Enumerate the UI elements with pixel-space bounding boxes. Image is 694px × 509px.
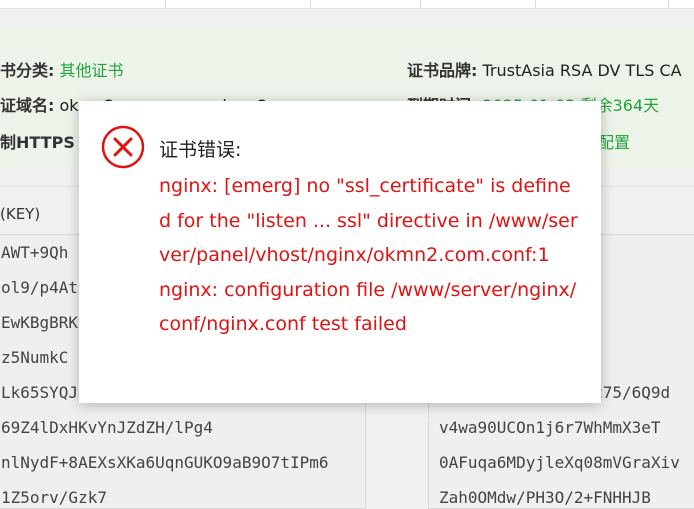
cert-domain-label: 认证域名: xyxy=(0,96,55,115)
cert-brand-label: 证书品牌: xyxy=(407,61,478,80)
tab-divider xyxy=(165,0,166,8)
cert-category-value: 其他证书 xyxy=(59,61,124,80)
tab-divider xyxy=(668,0,669,8)
cert-brand-row: 证书品牌: TrustAsia RSA DV TLS CA xyxy=(407,57,682,81)
dialog-error-message: nginx: [emerg] no "ssl_certificate" is d… xyxy=(159,169,579,342)
key-line: 69Z4lDxHKvYnJZdZH/lPg4 xyxy=(1,418,213,437)
cert-category-row: 证书分类: 其他证书 xyxy=(0,57,124,81)
key-label: 密钥(KEY) xyxy=(0,205,41,223)
key-line: nlNydF+8AEXsXKa6UqnGUKO9aB9O7tIPm6 xyxy=(1,453,329,472)
cert-line: 0AFuqa6MDyjleXq08mVGraXiv xyxy=(439,453,680,472)
tab-divider xyxy=(310,0,311,8)
dialog-title: 证书错误: xyxy=(159,139,242,161)
cert-brand-value: TrustAsia RSA DV TLS CA xyxy=(482,61,682,80)
cert-category-label: 证书分类: xyxy=(0,61,55,80)
force-https-label[interactable]: 强制HTTPS xyxy=(0,133,75,152)
error-message-line: nginx: [emerg] no "ssl_certificate" is d… xyxy=(159,175,578,266)
error-x-circle-icon xyxy=(101,125,145,169)
tab-divider xyxy=(535,0,536,8)
cert-line: v4wa90UCOn1j6r7WhMmX3eT xyxy=(439,418,661,437)
tab-divider xyxy=(420,0,421,8)
key-line: 1Z5orv/Gzk7 xyxy=(1,488,107,507)
force-https-row[interactable]: 强制HTTPS xyxy=(0,129,75,153)
error-message-line: nginx: configuration file /www/server/ng… xyxy=(159,278,577,336)
top-tab-strip xyxy=(0,0,694,9)
certificate-error-dialog: 证书错误: nginx: [emerg] no "ssl_certificate… xyxy=(79,101,601,403)
cert-line: Zah0OMdw/PH3O/2+FNHHJB xyxy=(439,488,651,507)
